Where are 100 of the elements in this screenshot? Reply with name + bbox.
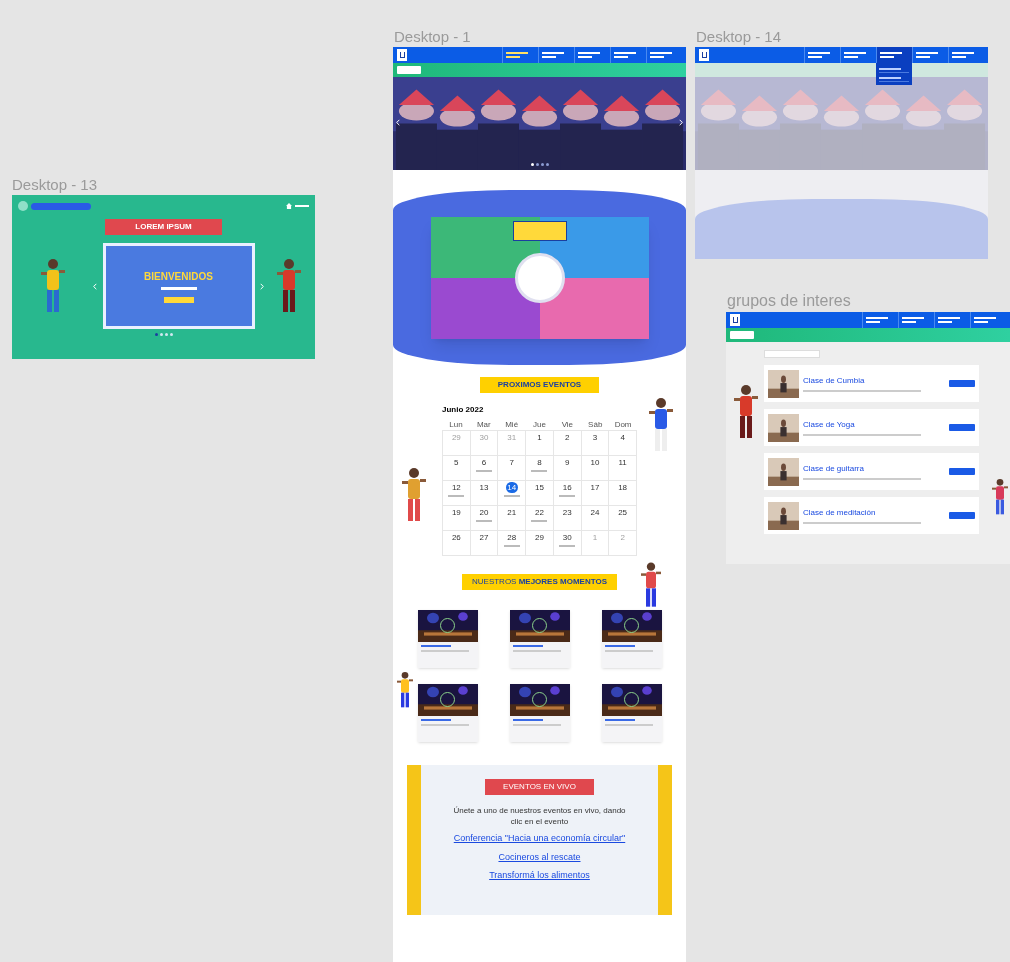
calendar-day[interactable]: 10 — [588, 457, 601, 468]
event-marker-icon — [503, 495, 520, 497]
calendar-cell[interactable]: 16 — [553, 481, 582, 506]
calendar-cell[interactable]: 13 — [470, 481, 499, 506]
calendar-day[interactable]: 8 — [533, 457, 546, 468]
calendar-cell[interactable]: 30 — [553, 531, 582, 556]
event-marker-icon — [559, 545, 576, 547]
calendar-day[interactable]: 25 — [616, 507, 629, 518]
calendar-cell[interactable]: 6 — [470, 456, 499, 481]
weekday-label: Mié — [504, 420, 520, 430]
calendar-day[interactable]: 27 — [478, 532, 491, 543]
calendar-day[interactable]: 19 — [450, 507, 463, 518]
calendar-cell[interactable]: 9 — [553, 456, 582, 481]
calendar-cell[interactable]: 17 — [581, 481, 610, 506]
logo-icon[interactable] — [397, 49, 407, 61]
calendar-cell[interactable]: 4 — [609, 431, 637, 456]
calendar-day[interactable]: 9 — [561, 457, 574, 468]
calendar-day[interactable]: 24 — [588, 507, 601, 518]
jumping-figure-drawing — [395, 670, 415, 710]
calendar-cell[interactable]: 10 — [581, 456, 610, 481]
calendar-day[interactable]: 21 — [505, 507, 518, 518]
calendar-cell[interactable]: 7 — [498, 456, 527, 481]
calendar-day[interactable]: 17 — [588, 482, 601, 493]
calendar-day[interactable]: 3 — [588, 432, 601, 443]
calendar-cell[interactable]: 28 — [498, 531, 527, 556]
video-card[interactable] — [417, 684, 478, 742]
calendar-cell[interactable]: 14 — [498, 481, 527, 506]
calendar-day[interactable]: 15 — [533, 482, 546, 493]
calendar-cell[interactable]: 21 — [498, 506, 527, 531]
calendar-day[interactable]: 11 — [616, 457, 629, 468]
calendar-day[interactable]: 23 — [561, 507, 574, 518]
calendar-cell[interactable]: 5 — [443, 456, 471, 481]
chevron-right-icon[interactable] — [679, 119, 683, 126]
calendar-day[interactable]: 13 — [478, 482, 491, 493]
calendar-cell[interactable]: 11 — [609, 456, 637, 481]
calendar-cell[interactable]: 8 — [526, 456, 554, 481]
group-card[interactable]: Clase de Cumbia — [764, 365, 979, 402]
calendar-day[interactable]: 22 — [533, 507, 546, 518]
group-card[interactable]: Clase de meditación — [764, 497, 979, 534]
wellness-quadrant[interactable] — [430, 277, 540, 339]
calendar-cell[interactable]: 29 — [526, 531, 554, 556]
calendar-day[interactable]: 20 — [478, 507, 491, 518]
live-events-text: Únete a uno de nuestros eventos en vivo, dando clic en el evento — [452, 805, 627, 827]
calendar-cell[interactable]: 2 — [553, 431, 582, 456]
video-card[interactable] — [601, 684, 662, 742]
logo-icon[interactable] — [730, 314, 740, 326]
calendar-day[interactable]: 30 — [561, 532, 574, 543]
caption-line — [420, 724, 469, 726]
group-title[interactable]: Clase de Cumbia — [803, 375, 945, 387]
calendar-cell[interactable]: 15 — [526, 481, 554, 506]
dropdown-item[interactable] — [879, 66, 909, 73]
nav-link[interactable] — [876, 47, 912, 63]
weekday-label: Sáb — [587, 420, 604, 430]
calendar-day[interactable]: 6 — [478, 457, 491, 468]
calendar-day[interactable]: 7 — [505, 457, 518, 468]
calendar-cell[interactable]: 24 — [581, 506, 610, 531]
calendar-day[interactable]: 2 — [561, 432, 574, 443]
calendar-day[interactable]: 1 — [533, 432, 546, 443]
chevron-left-icon[interactable] — [396, 119, 400, 126]
slide-button[interactable] — [163, 297, 194, 303]
logo-icon[interactable] — [699, 49, 709, 61]
group-title[interactable]: Clase de guitarra — [803, 463, 945, 475]
calendar-cell[interactable]: 26 — [443, 531, 471, 556]
video-card[interactable] — [509, 684, 570, 742]
event-marker-icon — [559, 495, 576, 497]
calendar-day[interactable]: 16 — [561, 482, 574, 493]
calendar-day[interactable]: 18 — [616, 482, 629, 493]
group-title[interactable]: Clase de Yoga — [803, 419, 945, 431]
calendar-cell[interactable]: 20 — [470, 506, 499, 531]
calendar-cell[interactable]: 3 — [581, 431, 610, 456]
calendar-cell[interactable]: 22 — [526, 506, 554, 531]
search-field[interactable] — [764, 350, 820, 358]
group-card[interactable]: Clase de guitarra — [764, 453, 979, 490]
group-card[interactable]: Clase de Yoga — [764, 409, 979, 446]
dropdown-item[interactable] — [879, 75, 909, 82]
calendar-day[interactable]: 14 — [505, 482, 518, 493]
calendar-day[interactable]: 26 — [450, 532, 463, 543]
calendar-day[interactable]: 28 — [505, 532, 518, 543]
event-link[interactable]: Transformá los alimentos — [489, 869, 590, 883]
calendar-day[interactable]: 4 — [616, 432, 629, 443]
group-title[interactable]: Clase de meditación — [803, 507, 945, 519]
calendar-cell[interactable]: 19 — [443, 506, 471, 531]
calendar-day[interactable]: 5 — [450, 457, 463, 468]
calendar-cell[interactable]: 27 — [470, 531, 499, 556]
video-card[interactable] — [509, 610, 570, 668]
event-marker-icon — [476, 470, 493, 472]
calendar-cell[interactable]: 23 — [553, 506, 582, 531]
calendar-cell[interactable]: 1 — [526, 431, 554, 456]
calendar-day[interactable]: 29 — [533, 532, 546, 543]
event-link[interactable]: Cocineros al rescate — [498, 850, 581, 864]
calendar-cell[interactable]: 18 — [609, 481, 637, 506]
event-link[interactable]: Conferencia "Hacia una economía circular" — [453, 832, 626, 846]
caption-line — [512, 650, 561, 652]
video-card[interactable] — [601, 610, 662, 668]
slide-heading: BIENVENIDOS — [144, 270, 213, 284]
caption-line — [512, 724, 561, 726]
video-card[interactable] — [417, 610, 478, 668]
calendar-day[interactable]: 12 — [450, 482, 463, 493]
calendar-cell[interactable]: 25 — [609, 506, 637, 531]
calendar-cell[interactable]: 12 — [443, 481, 471, 506]
